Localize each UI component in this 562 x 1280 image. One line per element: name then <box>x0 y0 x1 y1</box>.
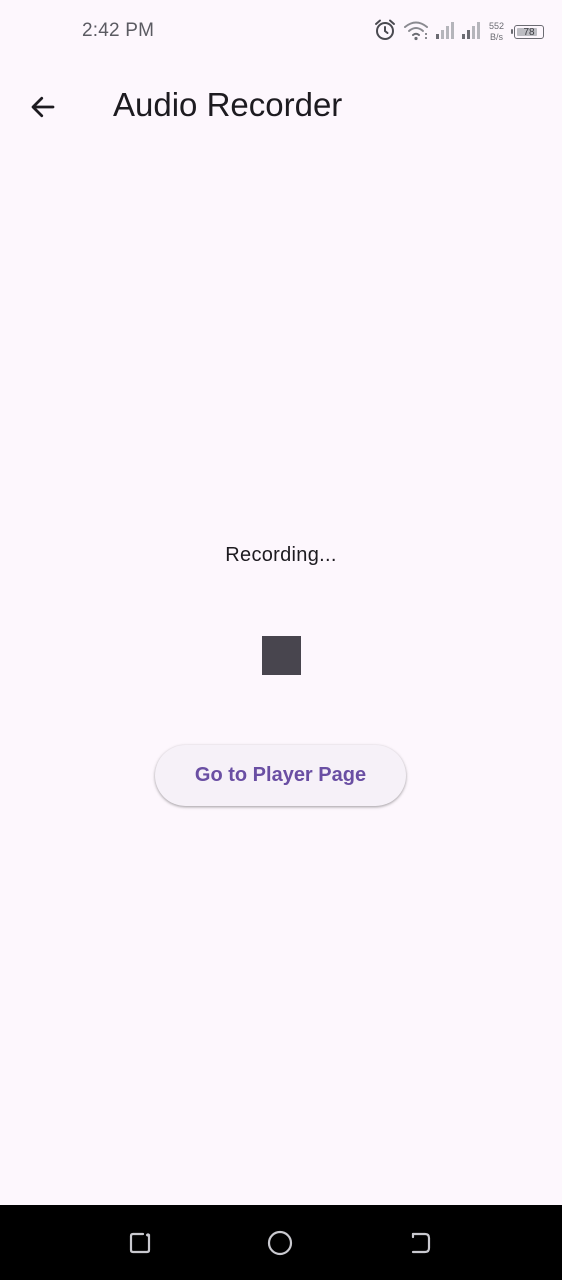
back-button[interactable] <box>20 84 66 130</box>
net-speed: 552 B/s <box>489 21 504 43</box>
wifi-icon <box>403 19 429 46</box>
home-icon <box>267 1230 293 1256</box>
home-button[interactable] <box>266 1229 294 1257</box>
net-speed-unit: B/s <box>489 32 503 42</box>
signal-icon <box>461 20 481 45</box>
recording-status-text: Recording... <box>225 544 337 566</box>
back-nav-button[interactable] <box>406 1229 434 1257</box>
stop-recording-button[interactable] <box>255 629 307 681</box>
go-to-player-page-button[interactable]: Go to Player Page <box>155 745 406 806</box>
page-title: Audio Recorder <box>113 86 343 123</box>
battery-icon: 78 <box>511 25 544 39</box>
recents-button[interactable] <box>126 1229 154 1257</box>
status-icons: 552 B/s 78 <box>373 18 544 46</box>
signal-icon <box>435 20 455 45</box>
navigation-bar <box>0 1205 562 1280</box>
net-speed-value: 552 <box>488 21 504 31</box>
battery-level: 78 <box>523 26 535 38</box>
alarm-icon <box>373 18 397 47</box>
status-time: 2:42 PM <box>82 20 155 41</box>
stop-icon <box>261 635 301 675</box>
app-bar: Audio Recorder <box>0 64 562 148</box>
status-bar: 2:42 PM 552 B/s 78 <box>0 0 562 64</box>
screen: 2:42 PM 552 B/s 78 Audio Recorder Record… <box>0 0 562 1280</box>
arrow-back-icon <box>31 96 55 118</box>
recents-icon <box>129 1232 151 1254</box>
back-icon <box>411 1232 431 1254</box>
